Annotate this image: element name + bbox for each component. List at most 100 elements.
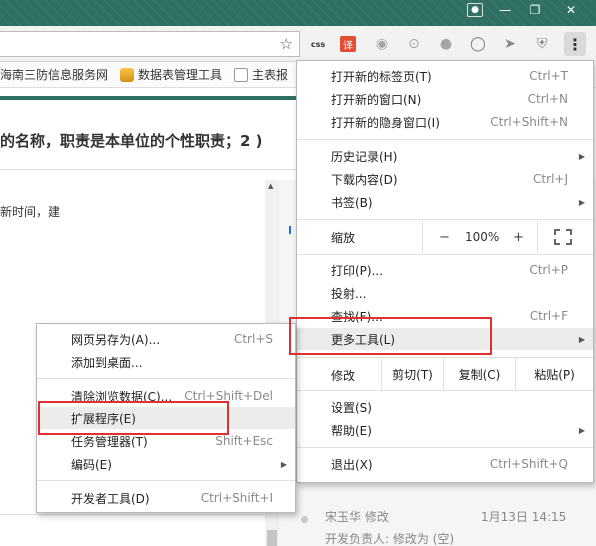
- bookmark-item[interactable]: 数据表管理工具: [120, 66, 222, 83]
- log-date: 1月13日 14:15: [481, 510, 567, 524]
- scroll-thumb[interactable]: [267, 530, 277, 546]
- menu-item-label: 添加到桌面...: [71, 355, 143, 370]
- browser-toolbar: ☆ css 译 ◉ ⊙ ● ◯ ➤ ⛨ ⋮: [0, 26, 596, 62]
- zoom-label: 缩放: [331, 230, 356, 245]
- menu-item-settings[interactable]: 设置(S): [297, 396, 593, 418]
- cursor-extension-icon[interactable]: ➤: [500, 35, 520, 53]
- submenu-arrow-icon: ▶: [578, 334, 585, 344]
- annotation-box-extensions: [38, 401, 229, 435]
- menu-item-label: 历史记录(H): [331, 149, 398, 164]
- menu-item-help[interactable]: 帮助(E) ▶: [297, 419, 593, 441]
- annotation-box-more-tools: [289, 317, 492, 355]
- restore-button[interactable]: ❐: [520, 0, 550, 20]
- menu-item-downloads[interactable]: 下载内容(D) Ctrl+J: [297, 168, 593, 190]
- menu-item-new-tab[interactable]: 打开新的标签页(T) Ctrl+T: [297, 65, 593, 87]
- bookmark-item[interactable]: 主表报: [234, 66, 288, 83]
- bookmark-star-icon[interactable]: ☆: [280, 35, 293, 53]
- bookmark-label: 数据表管理工具: [138, 68, 223, 82]
- shield-extension-icon[interactable]: ⛨: [532, 35, 552, 53]
- menu-item-label: 打开新的隐身窗口(I): [331, 115, 440, 130]
- divider: [0, 514, 265, 515]
- menu-separator: [37, 378, 295, 379]
- database-icon: [120, 67, 135, 82]
- menu-item-history[interactable]: 历史记录(H) ▶: [297, 145, 593, 167]
- menu-item-shortcut: Ctrl+F: [529, 309, 568, 323]
- menu-item-exit[interactable]: 退出(X) Ctrl+Shift+Q: [297, 453, 593, 475]
- copy-button[interactable]: 复制(C): [443, 358, 515, 390]
- menu-item-devtools[interactable]: 开发者工具(D) Ctrl+Shift+I: [37, 487, 295, 509]
- paste-label: 粘贴(P): [534, 367, 575, 382]
- chrome-main-menu: 打开新的标签页(T) Ctrl+T 打开新的窗口(N) Ctrl+N 打开新的隐…: [296, 60, 594, 483]
- title-bar: ● — ❐ ✕: [0, 0, 596, 26]
- menu-item-shortcut: Ctrl+Shift+Q: [489, 457, 568, 471]
- bookmark-label: 主表报: [252, 68, 289, 82]
- menu-item-shortcut: Ctrl+P: [529, 263, 568, 277]
- fullscreen-icon[interactable]: [554, 229, 572, 245]
- page-icon: [234, 67, 249, 82]
- divider: [0, 169, 300, 170]
- log-user-action: 宋玉华 修改: [325, 510, 389, 524]
- menu-item-cast[interactable]: 投射...: [297, 282, 593, 304]
- cut-button[interactable]: 剪切(T): [381, 358, 443, 390]
- css-extension-icon[interactable]: css: [308, 35, 328, 53]
- menu-item-shortcut: Ctrl+N: [527, 92, 568, 106]
- menu-item-incognito[interactable]: 打开新的隐身窗口(I) Ctrl+Shift+N: [297, 111, 593, 133]
- circle-extension-icon[interactable]: ◯: [468, 35, 488, 53]
- window-controls: ● — ❐ ✕: [460, 0, 592, 20]
- menu-item-label: 下载内容(D): [331, 172, 398, 187]
- menu-item-bookmarks[interactable]: 书签(B) ▶: [297, 191, 593, 213]
- zoom-in-button[interactable]: +: [513, 230, 524, 245]
- code-extension-icon[interactable]: ⊙: [404, 35, 424, 53]
- menu-separator: [297, 447, 593, 448]
- globe-extension-icon[interactable]: ◉: [372, 35, 392, 53]
- menu-item-label: 打开新的标签页(T): [331, 69, 432, 84]
- menu-item-shortcut: Shift+Esc: [215, 434, 273, 448]
- minimize-button[interactable]: —: [490, 0, 520, 20]
- menu-item-add-to-desktop[interactable]: 添加到桌面...: [37, 351, 295, 373]
- timeline-dot: [301, 516, 308, 523]
- menu-item-label: 编码(E): [71, 457, 112, 472]
- menu-item-label: 开发者工具(D): [71, 491, 150, 506]
- edit-label: 修改: [331, 369, 356, 383]
- restore-icon: ❐: [529, 3, 541, 17]
- menu-separator: [297, 219, 593, 220]
- minimize-icon: —: [499, 3, 511, 17]
- leaf-extension-icon[interactable]: ●: [436, 35, 456, 53]
- divider: [422, 221, 423, 253]
- copy-label: 复制(C): [458, 367, 501, 382]
- menu-item-print[interactable]: 打印(P)... Ctrl+P: [297, 259, 593, 281]
- bookmark-item[interactable]: 海南三防信息服务网: [0, 66, 108, 83]
- menu-item-label: 设置(S): [331, 400, 372, 415]
- cut-label: 剪切(T): [392, 367, 433, 382]
- log-detail: 开发负责人: 修改为 (空): [325, 532, 455, 546]
- menu-item-shortcut: Ctrl+Shift+N: [490, 115, 568, 129]
- address-bar[interactable]: ☆: [0, 31, 300, 57]
- menu-item-label: 投射...: [331, 286, 367, 301]
- zoom-out-button[interactable]: −: [439, 230, 450, 245]
- translate-extension-icon[interactable]: 译: [340, 36, 356, 52]
- menu-item-encoding[interactable]: 编码(E) ▶: [37, 453, 295, 475]
- submenu-arrow-icon: ▶: [578, 425, 585, 435]
- menu-separator: [297, 254, 593, 255]
- menu-item-shortcut: Ctrl+T: [529, 69, 568, 83]
- menu-item-shortcut: Ctrl+J: [533, 172, 568, 186]
- tab-indicator: [289, 226, 291, 234]
- menu-item-save-page[interactable]: 网页另存为(A)... Ctrl+S: [37, 328, 295, 350]
- submenu-arrow-icon: ▶: [578, 197, 585, 207]
- close-window-button[interactable]: ✕: [550, 0, 592, 20]
- menu-item-new-window[interactable]: 打开新的窗口(N) Ctrl+N: [297, 88, 593, 110]
- close-icon: ✕: [565, 3, 577, 17]
- menu-item-label: 打印(P)...: [331, 263, 384, 278]
- edit-row: 修改 剪切(T) 复制(C) 粘贴(P): [297, 358, 593, 390]
- profile-button[interactable]: ●: [460, 0, 490, 20]
- menu-separator: [297, 390, 593, 391]
- chrome-menu-button[interactable]: ⋮: [564, 32, 586, 56]
- menu-item-label: 退出(X): [331, 457, 373, 472]
- submenu-arrow-icon: ▶: [578, 151, 585, 161]
- menu-separator: [297, 139, 593, 140]
- paste-button[interactable]: 粘贴(P): [515, 358, 593, 390]
- zoom-level: 100%: [465, 230, 500, 244]
- page-heading: 的名称，职责是本单位的个性职责；2 ): [0, 132, 263, 150]
- menu-item-shortcut: Ctrl+S: [233, 332, 273, 346]
- scroll-up-icon[interactable]: ▲: [268, 182, 273, 190]
